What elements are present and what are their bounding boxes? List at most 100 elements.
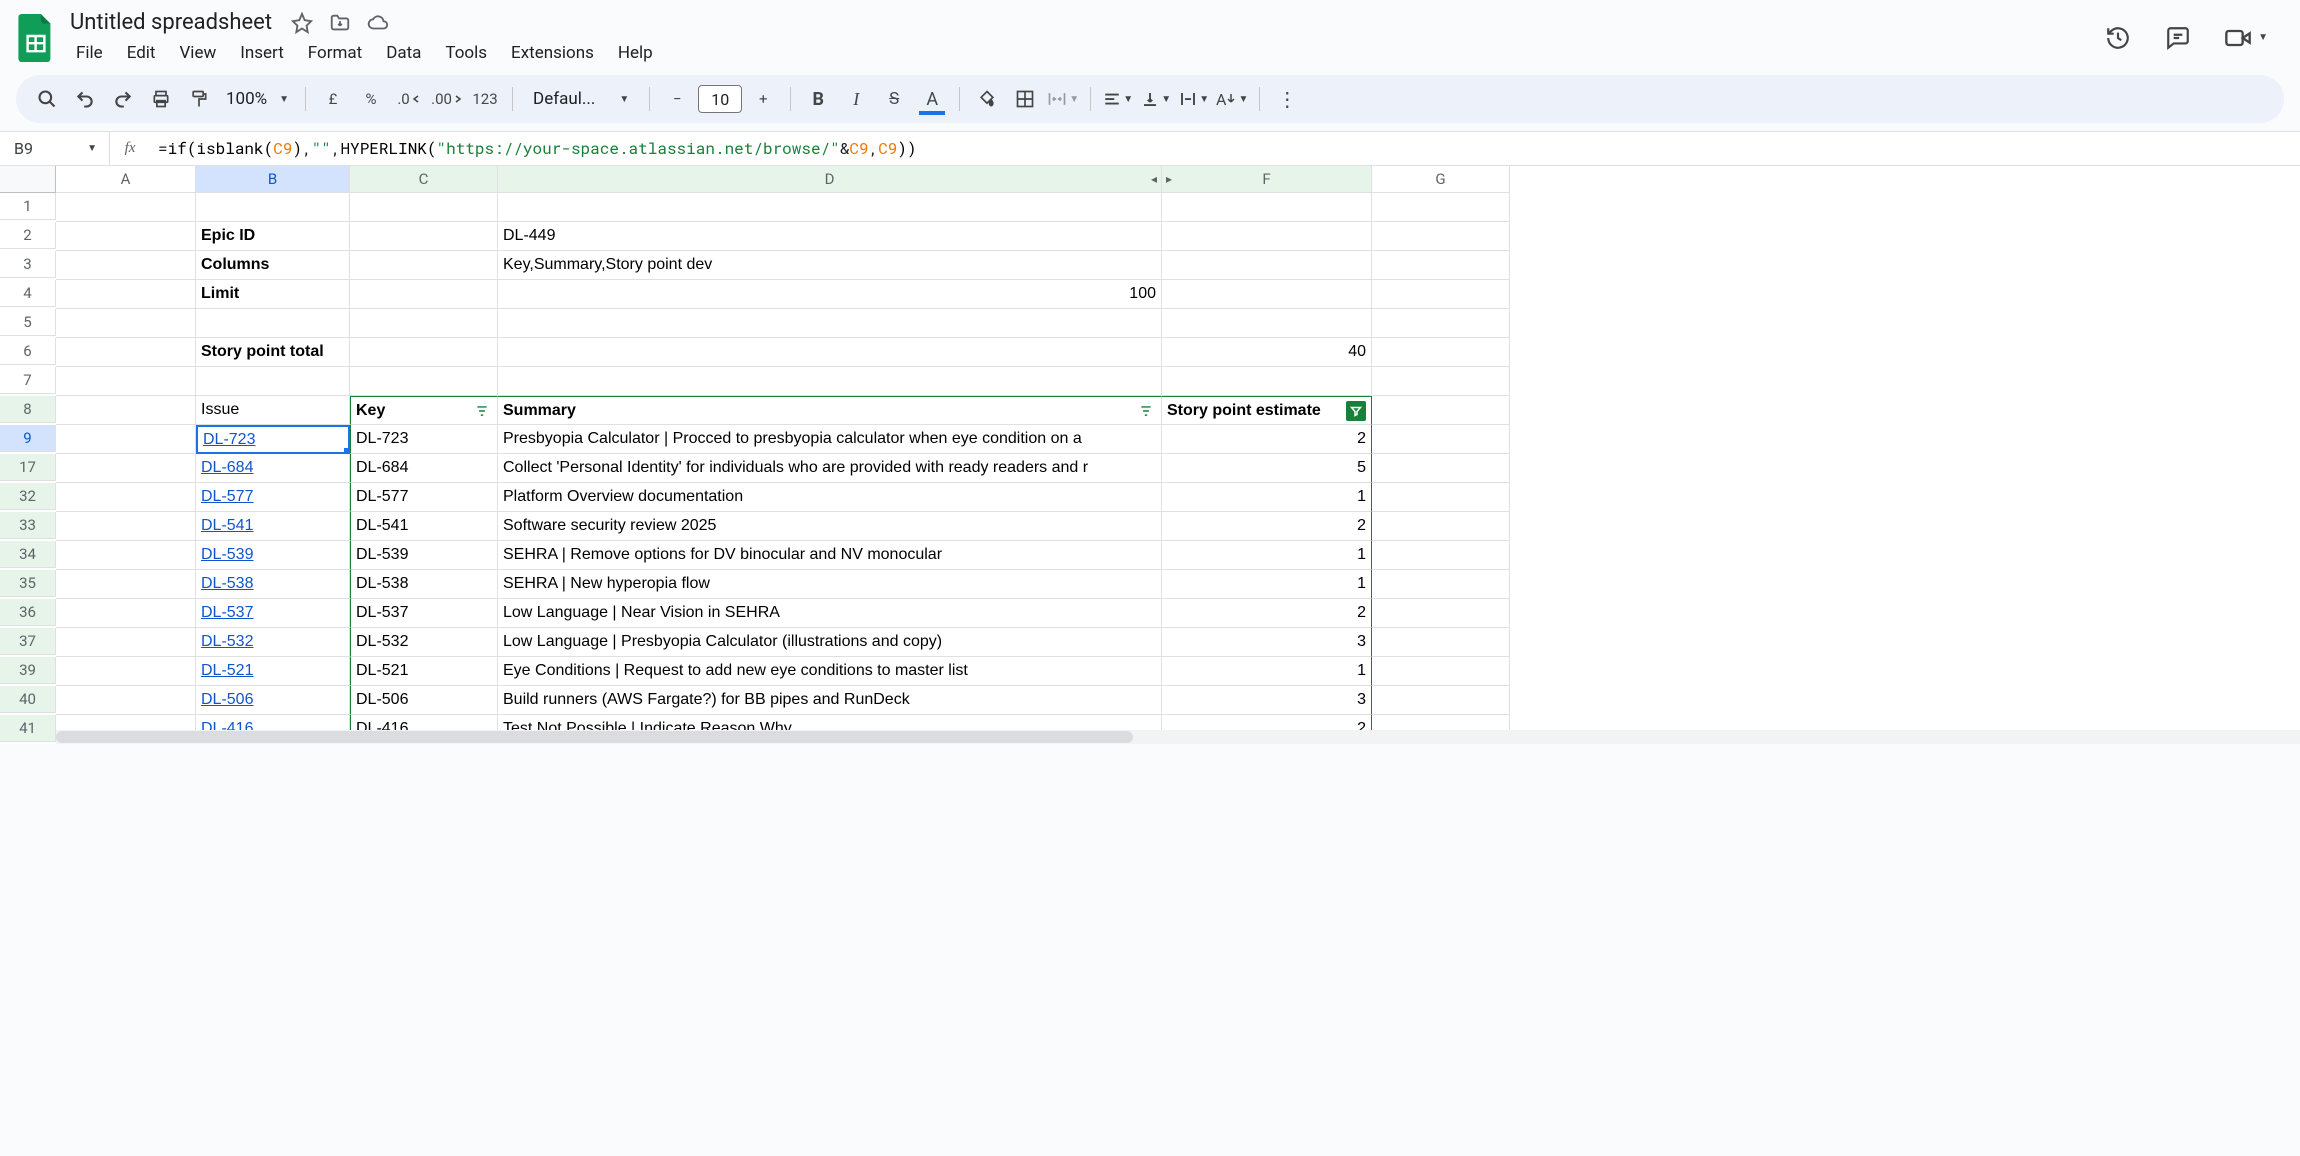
cell-summary[interactable]: Presbyopia Calculator | Procced to presb…: [498, 425, 1162, 454]
sheets-logo[interactable]: [16, 12, 56, 64]
cell-summary[interactable]: Low Language | Near Vision in SEHRA: [498, 599, 1162, 628]
header-key[interactable]: Key: [350, 396, 498, 425]
spreadsheet-grid[interactable]: ABCD◂F▸G12Epic IDDL-4493ColumnsKey,Summa…: [0, 166, 2300, 744]
merge-cells-button[interactable]: ▼: [1046, 82, 1080, 116]
row-header[interactable]: 17: [0, 454, 56, 481]
filter-icon[interactable]: [472, 401, 492, 421]
cell-key[interactable]: DL-577: [350, 483, 498, 512]
meet-caret-icon[interactable]: ▼: [2258, 32, 2268, 43]
bold-button[interactable]: B: [801, 82, 835, 116]
column-header-F[interactable]: F▸: [1162, 166, 1372, 193]
menu-format[interactable]: Format: [298, 39, 372, 67]
more-toolbar-icon[interactable]: ⋮: [1270, 82, 1304, 116]
cell-key[interactable]: DL-521: [350, 657, 498, 686]
decrease-decimal-button[interactable]: .0: [392, 82, 426, 116]
cell-points[interactable]: 2: [1162, 599, 1372, 628]
font-family-select[interactable]: Defaul...▼: [523, 89, 639, 109]
meet-icon[interactable]: [2224, 24, 2252, 52]
more-formats-button[interactable]: 123: [468, 82, 502, 116]
row-header[interactable]: 35: [0, 570, 56, 597]
star-icon[interactable]: [290, 11, 314, 35]
cell-summary[interactable]: SEHRA | New hyperopia flow: [498, 570, 1162, 599]
redo-icon[interactable]: [106, 82, 140, 116]
increase-font-size-button[interactable]: +: [746, 82, 780, 116]
row-header[interactable]: 36: [0, 599, 56, 626]
zoom-select[interactable]: 100%▼: [220, 89, 295, 109]
row-header[interactable]: 2: [0, 222, 56, 249]
issue-link[interactable]: DL-541: [196, 512, 350, 541]
row-header[interactable]: 39: [0, 657, 56, 684]
row-header[interactable]: 8: [0, 396, 56, 423]
currency-button[interactable]: £: [316, 82, 350, 116]
row-header[interactable]: 32: [0, 483, 56, 510]
menu-extensions[interactable]: Extensions: [501, 39, 604, 67]
cell-key[interactable]: DL-541: [350, 512, 498, 541]
value-limit[interactable]: 100: [498, 280, 1162, 309]
cell-key[interactable]: DL-506: [350, 686, 498, 715]
cell-summary[interactable]: Eye Conditions | Request to add new eye …: [498, 657, 1162, 686]
row-header[interactable]: 7: [0, 367, 56, 394]
row-header[interactable]: 37: [0, 628, 56, 655]
row-header[interactable]: 41: [0, 715, 56, 742]
menu-tools[interactable]: Tools: [435, 39, 497, 67]
search-menus-icon[interactable]: [30, 82, 64, 116]
cell-points[interactable]: 1: [1162, 483, 1372, 512]
hide-col-right-icon[interactable]: ▸: [1166, 172, 1172, 186]
issue-link[interactable]: DL-684: [196, 454, 350, 483]
menu-view[interactable]: View: [169, 39, 226, 67]
text-wrap-button[interactable]: ▼: [1177, 82, 1211, 116]
text-color-button[interactable]: A: [915, 82, 949, 116]
header-summary[interactable]: Summary: [498, 396, 1162, 425]
cell-points[interactable]: 3: [1162, 628, 1372, 657]
issue-link[interactable]: DL-506: [196, 686, 350, 715]
formula-bar[interactable]: =if(isblank(C9),"",HYPERLINK("https://yo…: [150, 138, 2300, 159]
borders-button[interactable]: [1008, 82, 1042, 116]
cell-key[interactable]: DL-532: [350, 628, 498, 657]
issue-link[interactable]: DL-577: [196, 483, 350, 512]
filter-icon[interactable]: [1136, 401, 1156, 421]
cloud-status-icon[interactable]: [366, 11, 390, 35]
vertical-align-button[interactable]: ▼: [1139, 82, 1173, 116]
row-header[interactable]: 6: [0, 338, 56, 365]
cell-points[interactable]: 1: [1162, 657, 1372, 686]
cell-key[interactable]: DL-723: [350, 425, 498, 454]
cell-points[interactable]: 2: [1162, 512, 1372, 541]
issue-link[interactable]: DL-538: [196, 570, 350, 599]
row-header[interactable]: 40: [0, 686, 56, 713]
column-header-C[interactable]: C: [350, 166, 498, 193]
row-header[interactable]: 4: [0, 280, 56, 307]
horizontal-align-button[interactable]: ▼: [1101, 82, 1135, 116]
row-header[interactable]: 3: [0, 251, 56, 278]
cell-key[interactable]: DL-538: [350, 570, 498, 599]
menu-edit[interactable]: Edit: [117, 39, 166, 67]
header-story-points[interactable]: Story point estimate: [1162, 396, 1372, 425]
cell-summary[interactable]: Low Language | Presbyopia Calculator (il…: [498, 628, 1162, 657]
row-header[interactable]: 34: [0, 541, 56, 568]
horizontal-scrollbar[interactable]: [56, 730, 2300, 744]
increase-decimal-button[interactable]: .00: [430, 82, 464, 116]
issue-link[interactable]: DL-539: [196, 541, 350, 570]
decrease-font-size-button[interactable]: −: [660, 82, 694, 116]
row-header[interactable]: 9: [0, 425, 56, 452]
cell-points[interactable]: 1: [1162, 541, 1372, 570]
cell-summary[interactable]: Platform Overview documentation: [498, 483, 1162, 512]
value-story-point-total[interactable]: 40: [1162, 338, 1372, 367]
issue-link[interactable]: DL-723: [196, 425, 350, 454]
cell-key[interactable]: DL-537: [350, 599, 498, 628]
row-header[interactable]: 5: [0, 309, 56, 336]
filter-active-icon[interactable]: [1346, 401, 1366, 421]
issue-link[interactable]: DL-537: [196, 599, 350, 628]
menu-file[interactable]: File: [66, 39, 113, 67]
column-header-G[interactable]: G: [1372, 166, 1510, 193]
issue-link[interactable]: DL-521: [196, 657, 350, 686]
cell-key[interactable]: DL-684: [350, 454, 498, 483]
hide-col-left-icon[interactable]: ◂: [1151, 172, 1157, 186]
comments-icon[interactable]: [2164, 24, 2192, 52]
menu-data[interactable]: Data: [376, 39, 431, 67]
row-header[interactable]: 1: [0, 193, 56, 220]
print-icon[interactable]: [144, 82, 178, 116]
value-columns[interactable]: Key,Summary,Story point dev: [498, 251, 1162, 280]
cell-summary[interactable]: Software security review 2025: [498, 512, 1162, 541]
move-folder-icon[interactable]: [328, 11, 352, 35]
paint-format-icon[interactable]: [182, 82, 216, 116]
